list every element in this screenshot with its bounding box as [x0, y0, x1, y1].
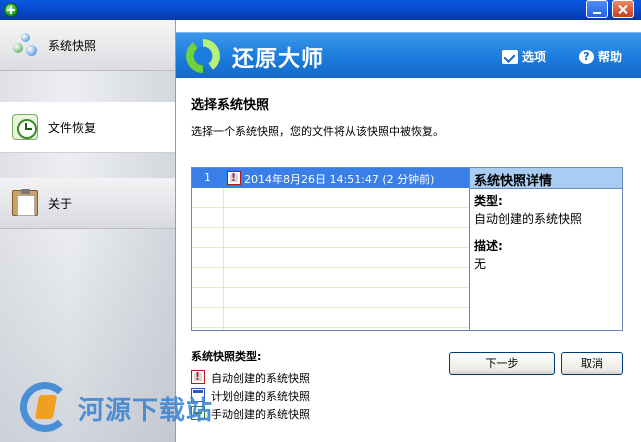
table-row — [192, 228, 469, 248]
legend-title: 系统快照类型: — [191, 350, 262, 363]
app-header: 还原大师 选项 ? 帮助 — [176, 32, 641, 78]
type-value: 自动创建的系统快照 — [474, 212, 583, 226]
details-heading: 系统快照详情 — [470, 168, 622, 189]
options-label: 选项 — [522, 50, 547, 64]
close-button[interactable] — [612, 0, 634, 18]
table-row — [192, 288, 469, 308]
table-row — [192, 208, 469, 228]
page-title: 选择系统快照 — [191, 98, 270, 113]
table-row — [192, 188, 469, 208]
options-button[interactable]: 选项 — [502, 48, 546, 65]
description-value: 无 — [474, 257, 487, 271]
snapshot-list[interactable]: 1 2014年8月26日 14:51:47 (2 分钟前) — [191, 167, 470, 331]
next-button[interactable]: 下一步 — [449, 352, 555, 375]
checkbox-icon — [502, 49, 518, 64]
cancel-button[interactable]: 取消 — [561, 352, 623, 375]
description-label: 描述: — [474, 239, 503, 253]
app-plus-icon — [4, 3, 18, 17]
snapshot-details-panel: 系统快照详情 类型: 自动创建的系统快照 描述: 无 — [470, 167, 623, 331]
network-icon — [12, 32, 38, 58]
app-title: 还原大师 — [232, 47, 325, 72]
sidebar-item-about[interactable]: 关于 — [0, 178, 175, 229]
snapshot-index: 1 — [204, 171, 211, 184]
table-row — [192, 308, 469, 328]
help-button[interactable]: ? 帮助 — [579, 48, 622, 65]
sidebar-item-file-recovery[interactable]: 文件恢复 — [0, 102, 175, 153]
instructions-text: 选择一个系统快照，您的文件将从该快照中被恢复。 — [191, 125, 444, 138]
help-icon: ? — [579, 49, 594, 64]
snapshot-row-selected[interactable]: 1 2014年8月26日 14:51:47 (2 分钟前) — [192, 168, 469, 188]
clipboard-icon — [12, 189, 38, 216]
help-label: 帮助 — [598, 50, 623, 64]
snapshot-label: 2014年8月26日 14:51:47 (2 分钟前) — [244, 173, 435, 186]
auto-snapshot-icon — [227, 171, 241, 185]
clock-icon — [12, 114, 38, 140]
table-row — [192, 268, 469, 288]
sidebar-item-label: 关于 — [48, 196, 73, 211]
sidebar-item-system-snapshot[interactable]: 系统快照 — [0, 20, 175, 71]
sidebar-item-label: 系统快照 — [48, 38, 97, 53]
type-label: 类型: — [474, 194, 503, 208]
refresh-logo-icon — [186, 39, 220, 73]
sidebar-item-label: 文件恢复 — [48, 120, 97, 135]
window-titlebar[interactable] — [0, 0, 641, 20]
table-row — [192, 248, 469, 268]
watermark: 河源下载站 — [20, 376, 280, 442]
minimize-button[interactable] — [586, 0, 608, 18]
watermark-text: 河源下载站 — [78, 396, 214, 426]
watermark-logo-icon — [20, 382, 70, 432]
